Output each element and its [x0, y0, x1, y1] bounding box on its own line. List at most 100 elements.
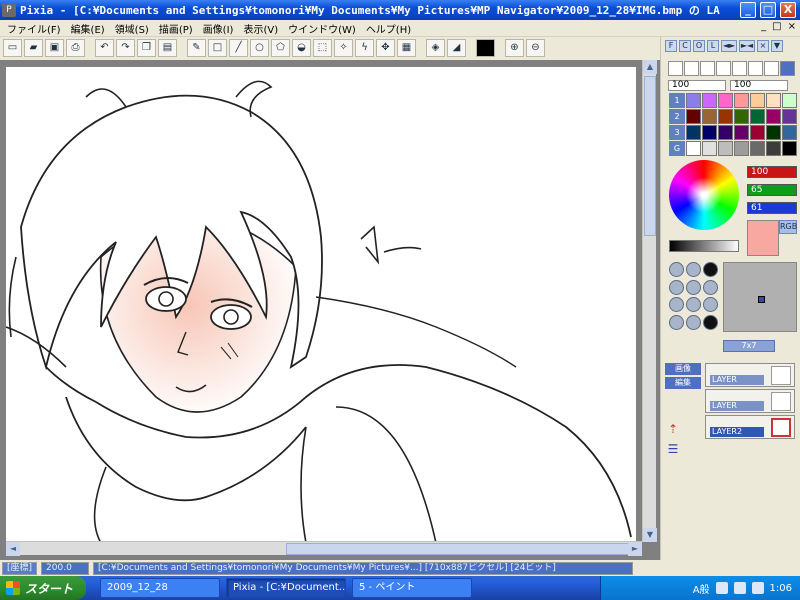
- mdi-close-button[interactable]: ×: [788, 21, 796, 32]
- airbrush-icon[interactable]: [700, 61, 715, 76]
- palette-swatch[interactable]: [702, 125, 717, 140]
- palette-swatch[interactable]: [766, 109, 781, 124]
- green-value[interactable]: 65: [747, 184, 797, 196]
- palette-swatch[interactable]: [750, 141, 765, 156]
- brush-dropdown-icon[interactable]: [780, 61, 795, 76]
- panel-collapse-button[interactable]: ►◄: [739, 40, 755, 52]
- palette-swatch[interactable]: [702, 141, 717, 156]
- eraser-icon[interactable]: ◈: [426, 39, 445, 57]
- menu-file[interactable]: ファイル(F): [2, 21, 66, 36]
- panel-expand-button[interactable]: ◄►: [721, 40, 737, 52]
- drawing-canvas[interactable]: [6, 67, 636, 543]
- menu-edit[interactable]: 編集(E): [66, 21, 110, 36]
- palette-swatch[interactable]: [782, 125, 797, 140]
- panel-close-button[interactable]: ×: [757, 40, 769, 52]
- horizontal-scroll-thumb[interactable]: [286, 543, 632, 555]
- rect-icon[interactable]: □: [208, 39, 227, 57]
- diamond-brush-icon[interactable]: [764, 61, 779, 76]
- palette-swatch[interactable]: [702, 109, 717, 124]
- close-button[interactable]: X: [780, 2, 796, 18]
- palette-swatch[interactable]: [782, 109, 797, 124]
- current-color-swatch[interactable]: [747, 220, 779, 256]
- layer-edit-button[interactable]: 編集: [665, 377, 701, 389]
- menu-draw[interactable]: 描画(P): [154, 21, 198, 36]
- palette-swatch[interactable]: [718, 141, 733, 156]
- redo-icon[interactable]: ↷: [116, 39, 135, 57]
- palette-swatch[interactable]: [750, 93, 765, 108]
- lasso-icon[interactable]: ⬠: [271, 39, 290, 57]
- pen-shape-icon[interactable]: [669, 314, 684, 330]
- panel-menu-button[interactable]: ▼: [771, 40, 783, 52]
- pen-icon[interactable]: ✎: [187, 39, 206, 57]
- undo-icon[interactable]: ↶: [95, 39, 114, 57]
- rgb-mode-button[interactable]: RGB: [779, 220, 797, 234]
- pencil-brush-icon[interactable]: [668, 61, 683, 76]
- pen-size-label[interactable]: 7x7: [723, 340, 775, 352]
- vertical-scroll-thumb[interactable]: [644, 76, 656, 236]
- menu-help[interactable]: ヘルプ(H): [361, 21, 416, 36]
- mdi-restore-button[interactable]: □: [772, 21, 781, 32]
- taskbar-item-pixia[interactable]: Pixia - [C:¥Document...: [226, 578, 346, 598]
- scroll-up-icon[interactable]: ▲: [643, 60, 657, 74]
- open-icon[interactable]: ▰: [24, 39, 43, 57]
- scroll-down-icon[interactable]: ▼: [643, 528, 657, 542]
- pen-shape-icon[interactable]: [686, 279, 701, 295]
- palette-swatch[interactable]: [750, 109, 765, 124]
- panel-tab-c[interactable]: C: [679, 40, 691, 52]
- menu-window[interactable]: ウインドウ(W): [283, 21, 361, 36]
- pen-shape-icon[interactable]: [703, 279, 718, 295]
- mdi-minimize-button[interactable]: _: [761, 21, 766, 32]
- dot-brush-icon[interactable]: [684, 61, 699, 76]
- grid-icon[interactable]: ▦: [397, 39, 416, 57]
- palette-swatch[interactable]: [782, 141, 797, 156]
- scroll-right-icon[interactable]: ►: [628, 542, 642, 556]
- pen-shape-icon[interactable]: [686, 314, 701, 330]
- palette-swatch[interactable]: [734, 141, 749, 156]
- pen-shape-icon[interactable]: [669, 279, 684, 295]
- vertical-scrollbar[interactable]: ▲ ▼: [642, 60, 657, 542]
- pen-shape-icon[interactable]: [686, 262, 701, 277]
- horizontal-scrollbar[interactable]: ◄ ►: [6, 541, 642, 556]
- move-icon[interactable]: ✥: [376, 39, 395, 57]
- hue-ring-icon[interactable]: [669, 160, 739, 230]
- brush-icon[interactable]: ϟ: [355, 39, 374, 57]
- layer-list-icon[interactable]: ☰: [665, 441, 681, 457]
- maximize-button[interactable]: □: [760, 2, 776, 18]
- brush-opacity-value[interactable]: 100: [730, 80, 788, 91]
- ime-indicator[interactable]: A般: [693, 581, 710, 596]
- pen-shape-icon[interactable]: [669, 262, 684, 277]
- circle-icon[interactable]: ○: [250, 39, 269, 57]
- stamp-icon[interactable]: [748, 61, 763, 76]
- pen-shape-icon[interactable]: [686, 297, 701, 312]
- red-value[interactable]: 100: [747, 166, 797, 178]
- pen-shape-icon[interactable]: [669, 297, 684, 312]
- volume-icon[interactable]: [733, 582, 746, 594]
- palette-swatch[interactable]: [766, 141, 781, 156]
- palette-swatch[interactable]: [750, 125, 765, 140]
- panel-tab-l[interactable]: L: [707, 40, 719, 52]
- menu-region[interactable]: 領域(S): [110, 21, 154, 36]
- palette-swatch[interactable]: [734, 93, 749, 108]
- soft-brush-icon[interactable]: [732, 61, 747, 76]
- color-wheel[interactable]: [669, 160, 745, 236]
- line-icon[interactable]: ╱: [229, 39, 248, 57]
- layer-row[interactable]: LAYER: [705, 363, 795, 387]
- pen-shape-icon[interactable]: [703, 297, 718, 312]
- help-icon[interactable]: [751, 582, 764, 594]
- color-box-icon[interactable]: [476, 39, 495, 57]
- minimize-button[interactable]: _: [740, 2, 756, 18]
- start-button[interactable]: スタート: [0, 576, 86, 600]
- new-icon[interactable]: ▭: [3, 39, 22, 57]
- print-icon[interactable]: ⎙: [66, 39, 85, 57]
- palette-swatch[interactable]: [718, 109, 733, 124]
- panel-tab-f[interactable]: F: [665, 40, 677, 52]
- palette-swatch[interactable]: [686, 109, 701, 124]
- panel-tab-o[interactable]: O: [693, 40, 705, 52]
- paste-icon[interactable]: ▤: [158, 39, 177, 57]
- palette-swatch[interactable]: [686, 141, 701, 156]
- pen-shape-icon[interactable]: [703, 262, 718, 277]
- menu-view[interactable]: 表示(V): [238, 21, 283, 36]
- zoom-out-icon[interactable]: ⊖: [526, 39, 545, 57]
- smudge-icon[interactable]: [716, 61, 731, 76]
- fill-icon[interactable]: ◒: [292, 39, 311, 57]
